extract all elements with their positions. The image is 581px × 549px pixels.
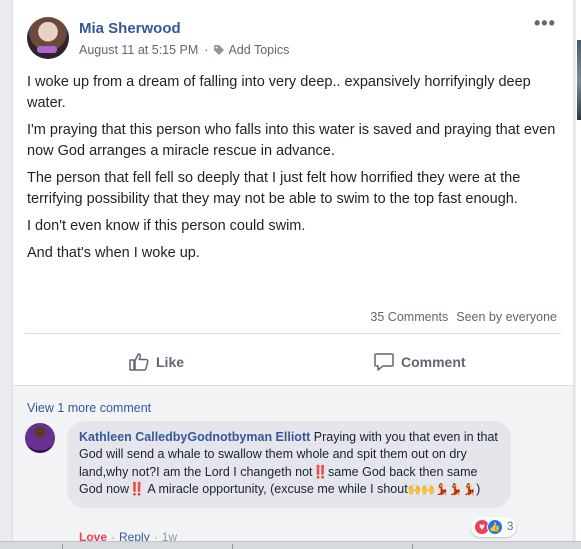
view-more-comments-link[interactable]: View 1 more comment (27, 401, 151, 415)
post-paragraph: I woke up from a dream of falling into v… (27, 74, 531, 111)
post-card: Mia Sherwood August 11 at 5:15 PM · Add … (12, 0, 574, 549)
seen-by-label: Seen by everyone (456, 310, 557, 324)
post-body: I woke up from a dream of falling into v… (27, 72, 557, 270)
thumbs-up-icon (129, 353, 149, 371)
post-meta: August 11 at 5:15 PM · Add Topics (79, 43, 289, 57)
add-topics-link[interactable]: Add Topics (228, 43, 289, 57)
comment-bubble: Kathleen CalledbyGodnotbyman Elliott Pra… (67, 421, 511, 508)
more-icon[interactable]: ••• (534, 14, 556, 32)
commenter-avatar[interactable] (25, 423, 55, 453)
divider (25, 333, 561, 334)
post-author-name[interactable]: Mia Sherwood (79, 20, 181, 37)
like-label: Like (156, 354, 185, 370)
avatar-badge (37, 46, 57, 53)
right-column-photo (577, 40, 581, 120)
toolbar-divider (412, 544, 413, 549)
post-paragraph: I'm praying that this person who falls i… (27, 122, 556, 159)
comments-section: View 1 more comment Kathleen CalledbyGod… (13, 385, 573, 549)
comment-button[interactable]: Comment (374, 349, 466, 375)
tag-icon (214, 45, 225, 55)
comment-emoji: 🙌🙌💃💃💃 (407, 483, 477, 497)
like-button[interactable]: Like (129, 349, 184, 375)
post-stats: 35 Comments Seen by everyone (370, 310, 557, 324)
comment-label: Comment (401, 354, 466, 370)
post-paragraph: I don't even know if this person could s… (27, 218, 306, 234)
comment-reactions[interactable]: ♥ 👍 3 (471, 517, 517, 537)
speech-bubble-icon (374, 353, 394, 371)
comments-count-link[interactable]: 35 Comments (370, 310, 448, 324)
comment-text-end: ) (476, 482, 481, 497)
author-avatar[interactable] (27, 17, 69, 59)
toolbar-divider (232, 544, 233, 549)
toolbar-divider (62, 544, 63, 549)
post-paragraph: And that's when I woke up. (27, 245, 200, 261)
bottom-toolbar (0, 541, 581, 549)
commenter-name[interactable]: Kathleen CalledbyGodnotbyman Elliott (79, 430, 310, 444)
like-icon: 👍 (487, 519, 503, 535)
post-timestamp[interactable]: August 11 at 5:15 PM (79, 43, 198, 57)
meta-separator: · (204, 43, 209, 57)
post-paragraph: The person that fell fell so deeply that… (27, 170, 521, 207)
reaction-count: 3 (507, 521, 514, 533)
